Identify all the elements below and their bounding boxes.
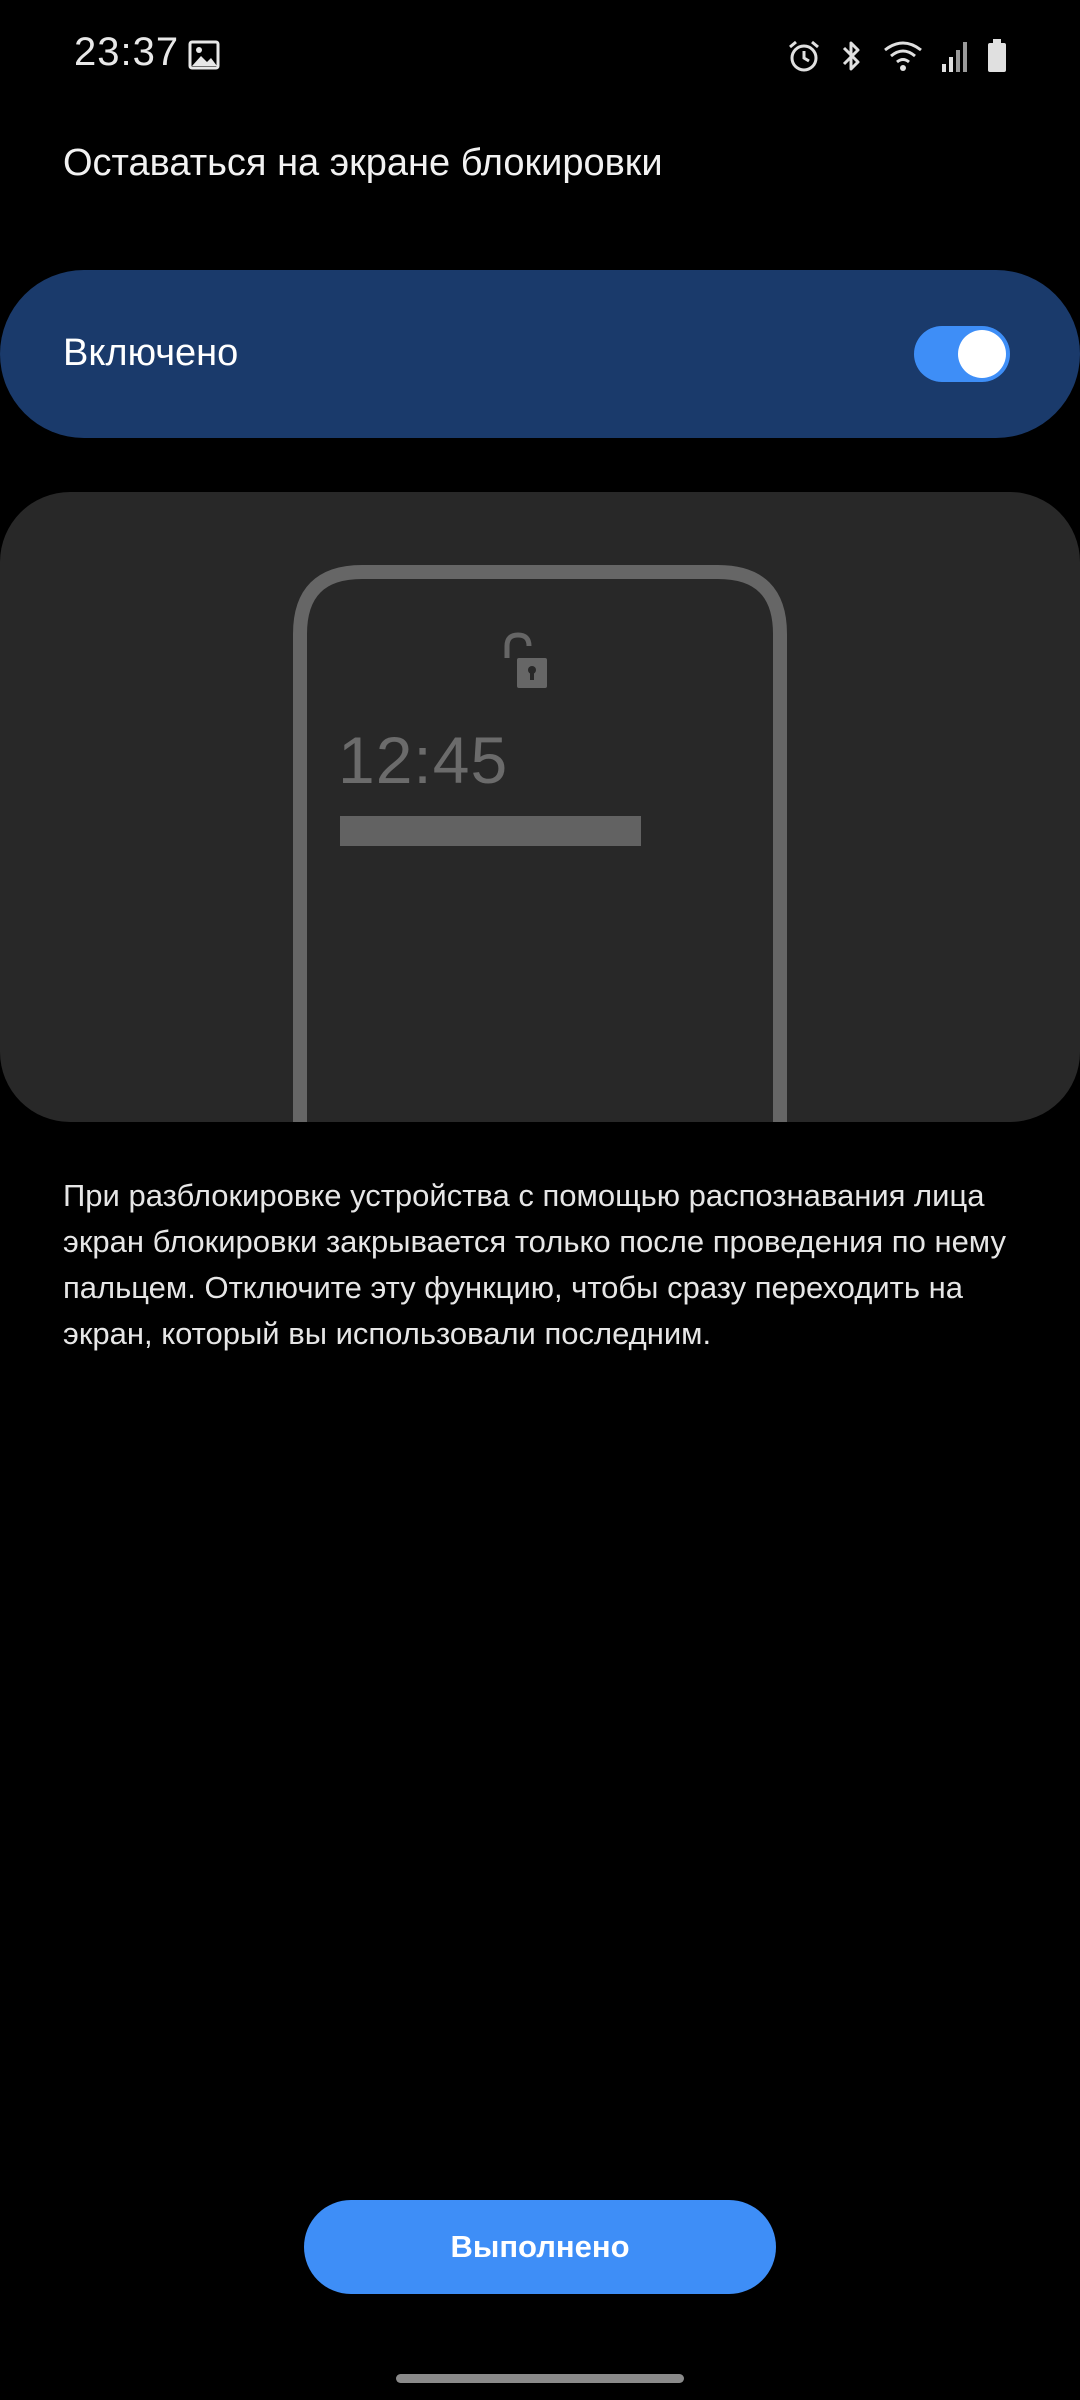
description-text: При разблокировке устройства с помощью р… bbox=[63, 1178, 1006, 1351]
status-time: 23:37 bbox=[74, 30, 180, 74]
wifi-icon bbox=[884, 41, 922, 71]
battery-icon bbox=[988, 39, 1006, 72]
toggle-label: Включено bbox=[63, 332, 239, 374]
signal-icon bbox=[942, 42, 967, 72]
switch-knob bbox=[958, 330, 1006, 378]
page-title: Оставаться на экране блокировки bbox=[63, 142, 663, 184]
enabled-switch[interactable] bbox=[914, 326, 1010, 382]
illustration-time: 12:45 bbox=[338, 723, 509, 797]
status-icons bbox=[786, 36, 1008, 76]
alarm-icon bbox=[789, 40, 819, 72]
gallery-icon bbox=[188, 40, 220, 70]
home-indicator[interactable] bbox=[396, 2374, 684, 2383]
bluetooth-icon bbox=[842, 41, 860, 71]
illustration-notification-bar bbox=[340, 816, 641, 846]
status-bar: 23:37 bbox=[0, 0, 1080, 110]
illustration-card: 12:45 bbox=[0, 492, 1080, 1122]
done-button[interactable]: Выполнено bbox=[304, 2200, 776, 2294]
unlock-icon bbox=[504, 632, 547, 688]
enabled-toggle-row[interactable]: Включено bbox=[0, 270, 1080, 438]
